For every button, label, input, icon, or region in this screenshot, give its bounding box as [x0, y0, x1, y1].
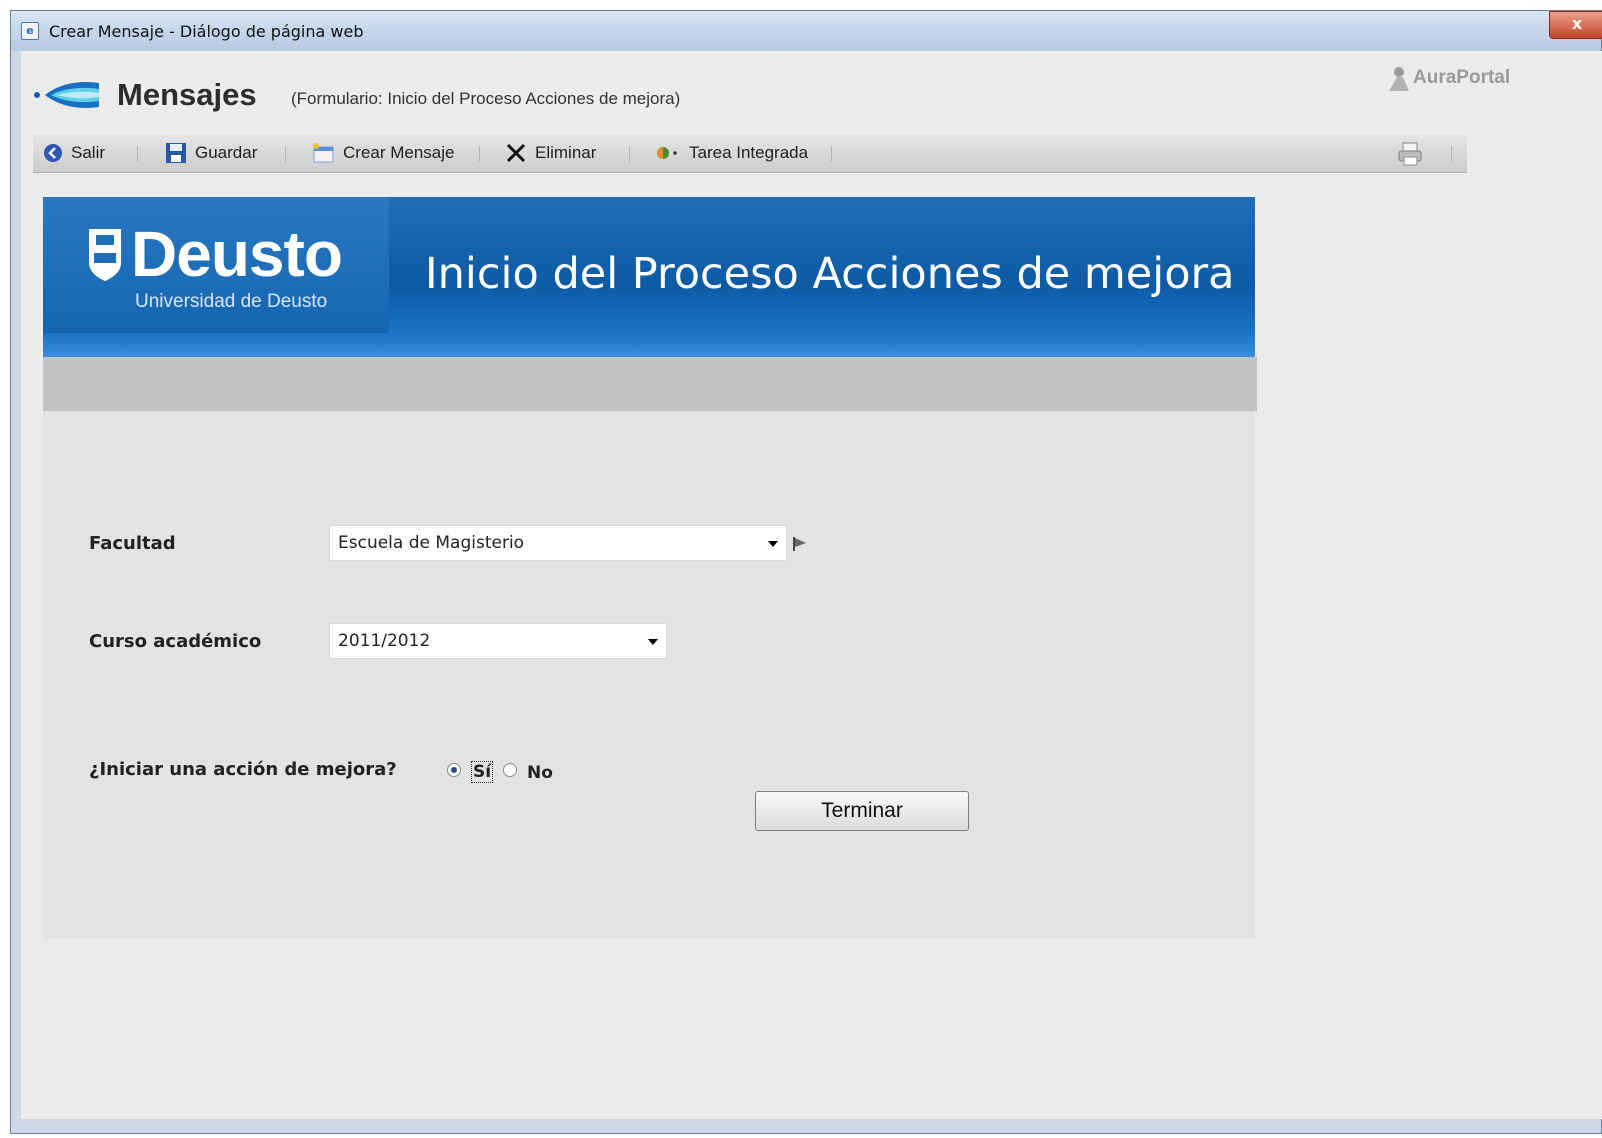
- toolbar-separator: [285, 146, 286, 162]
- dropdown-arrow-icon: [648, 639, 658, 645]
- dialog-window: e Crear Mensaje - Diálogo de página web …: [10, 10, 1602, 1134]
- radio-yes-label[interactable]: Sí: [471, 761, 494, 783]
- delete-x-icon: [506, 143, 526, 163]
- toolbar-separator: [1451, 146, 1452, 162]
- form-panel: Deusto Universidad de Deusto Inicio del …: [43, 197, 1257, 939]
- brand-name: AuraPortal: [1413, 67, 1511, 88]
- save-label: Guardar: [195, 143, 258, 162]
- task-icon: [657, 147, 677, 159]
- dropdown-arrow-icon: [768, 541, 778, 547]
- close-button[interactable]: x: [1549, 11, 1602, 39]
- form-banner: Deusto Universidad de Deusto Inicio del …: [43, 197, 1255, 357]
- title-bar[interactable]: e Crear Mensaje - Diálogo de página web …: [11, 11, 1602, 51]
- new-message-icon: [313, 143, 334, 163]
- toolbar-separator: [629, 146, 630, 162]
- auraportal-logo-icon: [1389, 67, 1409, 91]
- toolbar: Salir Guardar Crear Mensaje Eliminar Tar…: [33, 133, 1467, 173]
- toolbar-separator: [831, 146, 832, 162]
- radio-no[interactable]: [503, 763, 517, 777]
- faculty-select[interactable]: Escuela de Magisterio: [329, 525, 787, 561]
- print-icon[interactable]: [1397, 141, 1425, 167]
- faculty-label: Facultad: [89, 533, 176, 554]
- toolbar-separator: [137, 146, 138, 162]
- shield-icon: [89, 229, 121, 281]
- banner-divider: [43, 357, 1257, 411]
- exit-button[interactable]: Salir: [43, 134, 105, 172]
- flag-icon[interactable]: [791, 535, 809, 553]
- save-icon: [166, 143, 186, 163]
- save-button[interactable]: Guardar: [165, 134, 257, 172]
- university-subtitle: Universidad de Deusto: [135, 291, 328, 312]
- radio-yes[interactable]: [447, 763, 461, 777]
- delete-button[interactable]: Eliminar: [505, 134, 596, 172]
- page-title: Mensajes: [117, 77, 257, 112]
- academic-year-label: Curso académico: [89, 631, 262, 652]
- toolbar-separator: [479, 146, 480, 162]
- form-subtitle: (Formulario: Inicio del Proceso Acciones…: [291, 89, 681, 108]
- academic-year-value: 2011/2012: [338, 631, 431, 651]
- dialog-content: Mensajes (Formulario: Inicio del Proceso…: [21, 51, 1602, 1119]
- finish-button[interactable]: Terminar: [755, 791, 969, 831]
- create-message-label: Crear Mensaje: [343, 143, 455, 162]
- faculty-value: Escuela de Magisterio: [338, 533, 525, 553]
- radio-no-label[interactable]: No: [527, 763, 553, 783]
- process-title: Inicio del Proceso Acciones de mejora: [425, 249, 1235, 299]
- university-name: Deusto: [131, 218, 343, 290]
- window-title: Crear Mensaje - Diálogo de página web: [49, 22, 364, 41]
- improvement-question-label: ¿Iniciar una acción de mejora?: [89, 759, 397, 780]
- delete-label: Eliminar: [535, 143, 597, 162]
- exit-icon: [44, 144, 62, 162]
- messages-logo-icon: [34, 82, 99, 108]
- university-logo: Deusto Universidad de Deusto: [43, 197, 389, 333]
- academic-year-select[interactable]: 2011/2012: [329, 623, 667, 659]
- exit-label: Salir: [71, 143, 106, 162]
- browser-icon: e: [21, 22, 39, 40]
- create-message-button[interactable]: Crear Mensaje: [311, 134, 455, 172]
- integrated-task-label: Tarea Integrada: [689, 143, 809, 162]
- integrated-task-button[interactable]: Tarea Integrada: [655, 134, 808, 172]
